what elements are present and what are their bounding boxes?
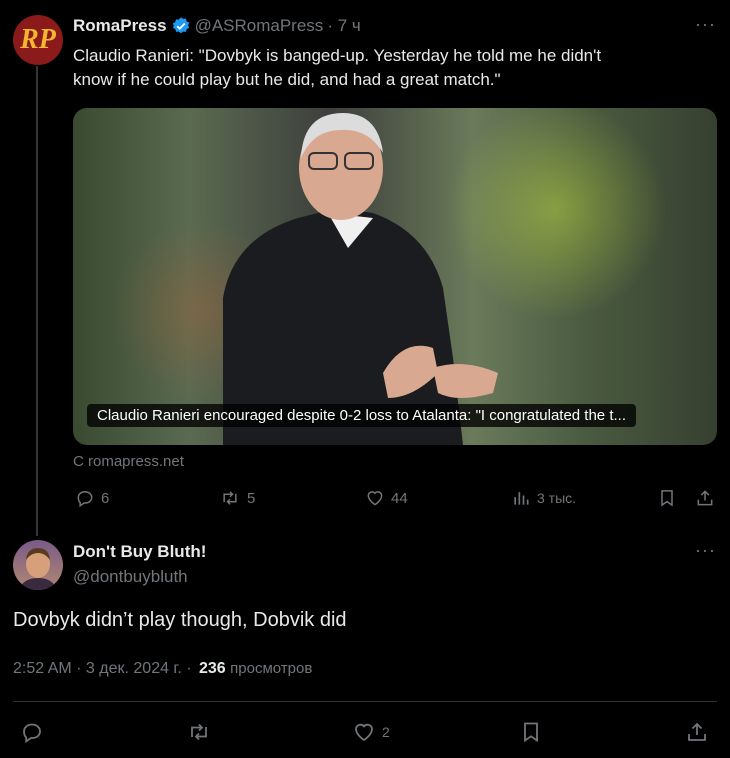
tweet1-text-line: know if he could play but he did, and ha… (73, 70, 501, 89)
share-icon (685, 720, 709, 744)
share-button[interactable] (695, 488, 715, 508)
thread-line (36, 66, 38, 536)
heart-icon (352, 720, 376, 744)
avatar-photo (19, 548, 57, 590)
bookmark-button[interactable] (519, 720, 543, 744)
repost-button[interactable]: 5 (219, 488, 255, 508)
repost-button[interactable] (186, 720, 212, 744)
dontbuybluth-avatar[interactable] (13, 540, 63, 590)
more-options-icon[interactable]: ··· (695, 540, 716, 561)
avatar-logo: RP (20, 24, 56, 55)
bookmark-button[interactable] (657, 488, 677, 508)
tweet2-text: Dovbyk didn’t play though, Dobvik did (13, 609, 347, 631)
tweet2-meta: 2:52 AM · 3 дек. 2024 г. · 236 просмотро… (13, 660, 312, 678)
verified-badge-icon (171, 16, 191, 36)
tweet-time[interactable]: · 7 ч (327, 16, 360, 36)
repost-count: 5 (247, 489, 256, 507)
heart-icon (365, 488, 385, 508)
bookmark-icon (519, 720, 543, 744)
reply-button[interactable] (20, 720, 44, 744)
tweet-timestamp[interactable]: 2:52 AM · 3 дек. 2024 г. · (13, 660, 192, 677)
like-count: 2 (382, 724, 390, 740)
tweet1-text: Claudio Ranieri: "Dovbyk is banged-up. Y… (73, 44, 601, 92)
like-button[interactable]: 44 (365, 488, 408, 508)
views-button[interactable]: 3 тыс. (511, 488, 576, 508)
share-button[interactable] (685, 720, 709, 744)
repost-icon (186, 720, 212, 744)
reply-count: 6 (101, 489, 110, 507)
reply-button[interactable]: 6 (75, 488, 109, 508)
like-count: 44 (391, 489, 408, 507)
tweet2-author-handle[interactable]: @dontbuybluth (73, 567, 188, 587)
more-options-icon[interactable]: ··· (695, 14, 716, 35)
share-icon (695, 488, 715, 508)
views-count: 3 тыс. (537, 490, 577, 506)
reply-icon (75, 488, 95, 508)
like-button[interactable]: 2 (352, 720, 390, 744)
views-count: 236 (198, 660, 226, 677)
card-caption: Claudio Ranieri encouraged despite 0-2 l… (87, 404, 636, 427)
repost-icon (219, 488, 241, 508)
author-handle[interactable]: @ASRomaPress (195, 16, 324, 36)
tweet1-text-line: Claudio Ranieri: "Dovbyk is banged-up. Y… (73, 46, 602, 65)
bookmark-icon (657, 488, 677, 508)
author-name[interactable]: RomaPress (73, 16, 167, 36)
views-label: просмотров (230, 660, 313, 677)
coach-photo (223, 113, 498, 445)
divider (13, 701, 717, 702)
tweet2-author-name[interactable]: Don't Buy Bluth! (73, 542, 206, 562)
link-card-image[interactable]: Claudio Ranieri encouraged despite 0-2 l… (73, 108, 717, 445)
tweet1-header: RomaPress @ASRomaPress · 7 ч (73, 16, 361, 36)
reply-icon (20, 720, 44, 744)
romapress-avatar[interactable]: RP (13, 15, 63, 65)
card-source[interactable]: С romapress.net (73, 453, 184, 470)
views-chart-icon (511, 488, 531, 508)
